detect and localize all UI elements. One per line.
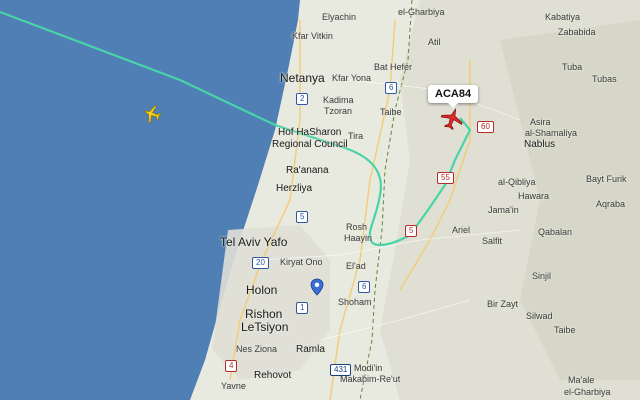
aircraft-icon[interactable] xyxy=(142,104,162,124)
place-label: Netanya xyxy=(280,71,325,85)
place-label: Kadima xyxy=(323,95,354,105)
location-pin-icon[interactable] xyxy=(310,278,324,296)
place-label: Tel Aviv Yafo xyxy=(220,235,288,249)
place-label: Yavne xyxy=(221,381,246,391)
place-label: Jama'in xyxy=(488,205,519,215)
place-label: Tira xyxy=(348,131,364,141)
place-label: Sinjil xyxy=(532,271,552,281)
place-label: Nes Ziona xyxy=(236,344,278,354)
place-label: Kabatiya xyxy=(545,12,581,22)
road-shield: 4 xyxy=(225,360,238,372)
place-label: Salfit xyxy=(482,236,503,246)
place-label: Tubas xyxy=(592,74,617,84)
road-shield: 431 xyxy=(330,364,352,376)
place-label: Qabalan xyxy=(538,227,573,237)
place-label: Elyachin xyxy=(322,12,357,22)
place-label: al-Shamaliya xyxy=(525,128,578,138)
place-label: Bat Hefer xyxy=(374,62,413,72)
road-shield: 60 xyxy=(477,121,494,133)
place-label: LeTsiyon xyxy=(241,320,289,334)
place-label: Aqraba xyxy=(596,199,626,209)
place-label: Makabim-Re'ut xyxy=(340,374,401,384)
road-shield: 20 xyxy=(252,257,269,269)
place-label: Tzoran xyxy=(324,106,353,116)
place-label: Haayin xyxy=(344,233,373,243)
road-shield: 5 xyxy=(296,211,309,223)
place-label: Herzliya xyxy=(276,183,313,194)
place-label: El'ad xyxy=(346,261,366,271)
place-label: Rehovot xyxy=(254,370,292,381)
road-shield: 1 xyxy=(296,302,309,314)
road-shield: 6 xyxy=(358,281,371,293)
place-label: Kfar Vitkin xyxy=(292,31,333,41)
place-label: Asira xyxy=(530,117,551,127)
map-view[interactable]: ACA84 Elyachin el-Gharbiya Kfar Vitkin N… xyxy=(0,0,640,400)
place-label: Silwad xyxy=(526,311,553,321)
place-label: Ra'anana xyxy=(286,165,329,176)
place-label: Rosh xyxy=(346,222,368,232)
place-label: Kfar Yona xyxy=(332,73,372,83)
place-label: Ramla xyxy=(296,344,325,355)
road-shield: 55 xyxy=(437,172,454,184)
place-label: al-Qibliya xyxy=(498,177,536,187)
selected-aircraft-icon[interactable] xyxy=(440,107,464,131)
place-label: Modi'in xyxy=(354,363,383,373)
place-label: Regional Council xyxy=(272,139,348,150)
road-shield: 6 xyxy=(385,82,398,94)
place-label: el-Gharbiya xyxy=(398,7,445,17)
place-label: Ma'ale xyxy=(568,375,595,385)
place-label: Zababida xyxy=(558,27,596,37)
place-label: Hof HaSharon xyxy=(278,127,342,138)
place-label: Bir Zayt xyxy=(487,299,519,309)
place-label: Tuba xyxy=(562,62,583,72)
road-shield: 2 xyxy=(296,93,309,105)
place-label: Taibe xyxy=(380,107,402,117)
place-label: Taibe xyxy=(554,325,576,335)
place-label: el-Gharbiya xyxy=(564,387,611,397)
place-label: Shoham xyxy=(338,297,372,307)
flight-callsign-label[interactable]: ACA84 xyxy=(428,85,479,108)
place-label: Nablus xyxy=(524,139,556,150)
place-label: Bayt Furik xyxy=(586,174,627,184)
place-label: Holon xyxy=(246,283,278,297)
place-label: Kiryat Ono xyxy=(280,257,323,267)
place-label: Hawara xyxy=(518,191,550,201)
place-label: Ariel xyxy=(452,225,471,235)
place-label: Rishon xyxy=(245,307,283,321)
place-label: Atil xyxy=(428,37,441,47)
road-shield: 5 xyxy=(405,225,418,237)
